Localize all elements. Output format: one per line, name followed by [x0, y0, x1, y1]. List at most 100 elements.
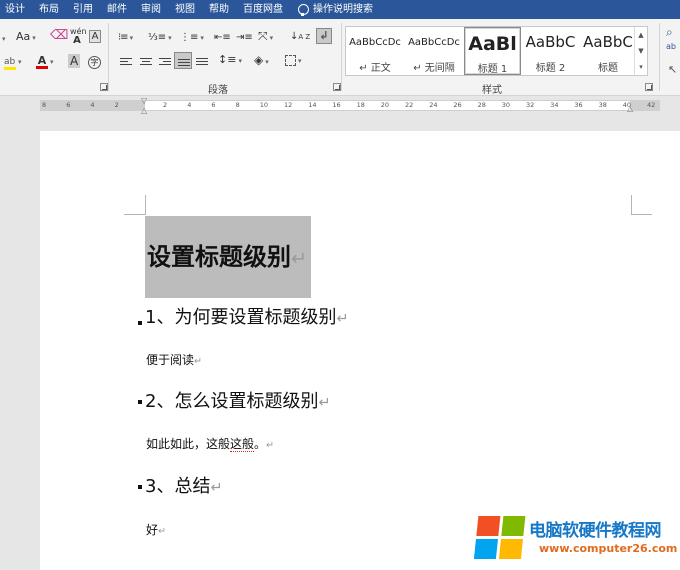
tab-design[interactable]: 设计	[0, 0, 32, 19]
line-spacing-button[interactable]: ↕≡ ▾	[218, 53, 242, 68]
character-shading-button[interactable]: A	[68, 54, 81, 68]
style-heading-1-label: 标题 1	[477, 64, 508, 75]
multilevel-list-button[interactable]: ⋮≡ ▾	[180, 30, 204, 45]
tab-review[interactable]: 审阅	[134, 0, 168, 19]
change-case-button[interactable]: Aa ▾	[16, 30, 36, 45]
paint-bucket-icon: ◈	[254, 53, 264, 67]
paragraph-return-mark: ↵	[318, 395, 331, 411]
styles-gallery-scroll[interactable]: ▲ ▼ ▾	[634, 27, 647, 75]
shading-button[interactable]: ◈ ▾	[254, 53, 269, 69]
paragraph-group-separator	[341, 23, 342, 91]
select-cursor-icon[interactable]: ↖	[668, 63, 677, 77]
body-paragraph-3[interactable]: 好↵	[146, 522, 166, 540]
chevron-up-icon[interactable]: ▲	[635, 27, 647, 43]
ruler-tick-label: 26	[453, 101, 462, 109]
first-line-indent-marker-icon[interactable]: ▽	[141, 96, 147, 105]
ruler-tick-label: 2	[114, 101, 119, 109]
paragraph-mark-icon: ↲	[319, 29, 329, 42]
heading-1-text: 设置标题级别	[147, 243, 291, 271]
styles-gallery: AaBbCcDc ↵ 正文 AaBbCcDc ↵ 无间隔 AaBl 标题 1 A…	[345, 26, 648, 76]
ruler-tick-label: 16	[332, 101, 341, 109]
decrease-indent-button[interactable]: ⇤≡	[214, 30, 231, 45]
style-no-spacing-label: ↵ 无间隔	[413, 63, 455, 74]
font-size-shrink-dropdown[interactable]: ▾	[0, 31, 6, 46]
ruler-tick-label: 2	[163, 101, 168, 109]
style-title[interactable]: AaBbC 标题	[580, 27, 636, 75]
gallery-more-icon[interactable]: ▾	[635, 59, 647, 75]
replace-button[interactable]: ab	[666, 43, 676, 51]
document-page[interactable]	[40, 131, 680, 570]
tab-help[interactable]: 帮助	[202, 0, 236, 19]
style-heading-1[interactable]: AaBl 标题 1	[464, 27, 521, 75]
sort-icon: ↓A Z	[290, 31, 311, 42]
heading-1-title[interactable]: 设置标题级别↵	[145, 216, 311, 298]
font-group-separator	[108, 23, 109, 91]
borders-button[interactable]: ▾	[285, 53, 302, 68]
paragraph-dialog-launcher-icon[interactable]	[333, 83, 341, 91]
pinyin-guide-button[interactable]: wén A	[70, 27, 87, 46]
ruler-right-margin	[630, 101, 660, 110]
styles-group-label: 样式	[482, 85, 502, 96]
find-search-icon[interactable]: ⌕	[666, 25, 673, 39]
sort-button[interactable]: ↓A Z	[290, 29, 310, 44]
style-heading-2[interactable]: AaBbC 标题 2	[522, 27, 579, 75]
align-center-button[interactable]	[140, 55, 152, 69]
character-border-button[interactable]: A	[89, 30, 101, 43]
logo-tile-yellow	[498, 539, 523, 559]
style-heading-2-preview: AaBbC	[525, 33, 576, 51]
heading-2-how[interactable]: 2、怎么设置标题级别↵	[145, 390, 331, 415]
font-dialog-launcher-icon[interactable]	[100, 83, 108, 91]
ruler-tick-label: 28	[477, 101, 486, 109]
tab-view[interactable]: 视图	[168, 0, 202, 19]
heading-2-summary[interactable]: 3、总结↵	[145, 475, 223, 500]
paragraph-return-mark: ↵	[266, 440, 275, 451]
style-heading-2-label: 标题 2	[535, 63, 566, 74]
text-highlight-color-button[interactable]: ab ▾	[4, 54, 22, 70]
align-left-button[interactable]	[120, 55, 132, 69]
style-title-preview: AaBbC	[583, 33, 633, 51]
tell-me-search[interactable]: 操作说明搜索	[313, 0, 380, 19]
body-paragraph-1[interactable]: 便于阅读↵	[146, 352, 202, 370]
logo-tile-green	[501, 516, 526, 536]
clear-formatting-icon[interactable]: ⌫	[50, 29, 68, 43]
spellcheck-underlined-text[interactable]: 这般	[230, 437, 255, 452]
right-indent-marker-icon[interactable]: △	[627, 104, 633, 113]
horizontal-ruler[interactable]: 8 6 4 2 2 4 6 8 10 12 14 16 18 20 22 24 26 28 30 32 34 36 38 40…	[40, 100, 660, 111]
styles-group-separator	[659, 23, 660, 91]
crop-mark-top-left-h	[124, 214, 145, 215]
ruler-tick-label: 8	[235, 101, 240, 109]
ruler-tick-label: 6	[211, 101, 216, 109]
tab-references[interactable]: 引用	[66, 0, 100, 19]
bullets-button[interactable]: ⁝≡ ▾	[118, 30, 133, 45]
line-spacing-icon: ↕≡	[218, 53, 237, 66]
style-no-spacing[interactable]: AaBbCcDc ↵ 无间隔	[405, 27, 463, 75]
enclose-characters-button[interactable]: 字	[88, 54, 101, 69]
heading-bullet-marker	[138, 400, 142, 404]
chevron-down-icon[interactable]: ▼	[635, 43, 647, 59]
change-case-label: Aa	[16, 30, 31, 43]
increase-indent-icon: ⇥≡	[236, 32, 253, 43]
heading-2-why[interactable]: 1、为何要设置标题级别↵	[145, 306, 349, 331]
tab-layout[interactable]: 布局	[32, 0, 66, 19]
style-no-spacing-preview: AaBbCcDc	[408, 37, 460, 48]
ribbon-home: ▾ Aa ▾ ⌫ wén A A ab ▾ A ▾ A 字 ⁝≡ ▾ ⅓≡ ▾ ⋮≡ ▾ ⇤≡…	[0, 19, 680, 96]
numbering-button[interactable]: ⅓≡ ▾	[148, 30, 172, 45]
watermark-title: 电脑软硬件教程网	[529, 521, 662, 541]
show-hide-marks-button[interactable]: ↲	[316, 28, 332, 44]
increase-indent-button[interactable]: ⇥≡	[236, 30, 253, 45]
tab-baidu-netdisk[interactable]: 百度网盘	[236, 0, 290, 19]
chinese-layout-button[interactable]: ⤧ ▾	[258, 29, 273, 45]
styles-dialog-launcher-icon[interactable]	[645, 83, 653, 91]
ruler-tick-label: 42	[647, 101, 656, 109]
style-normal[interactable]: AaBbCcDc ↵ 正文	[346, 27, 404, 75]
heading-bullet-marker	[138, 321, 142, 325]
tab-mailings[interactable]: 邮件	[100, 0, 134, 19]
body-paragraph-2[interactable]: 如此如此，这般这般。↵	[146, 436, 274, 454]
ruler-tick-label: 34	[550, 101, 559, 109]
logo-tile-blue	[473, 539, 498, 559]
justify-button[interactable]	[174, 52, 192, 69]
lightbulb-icon	[298, 3, 309, 16]
distributed-button[interactable]	[196, 55, 208, 69]
align-right-button[interactable]	[159, 55, 171, 69]
font-color-button[interactable]: A ▾	[36, 54, 54, 69]
